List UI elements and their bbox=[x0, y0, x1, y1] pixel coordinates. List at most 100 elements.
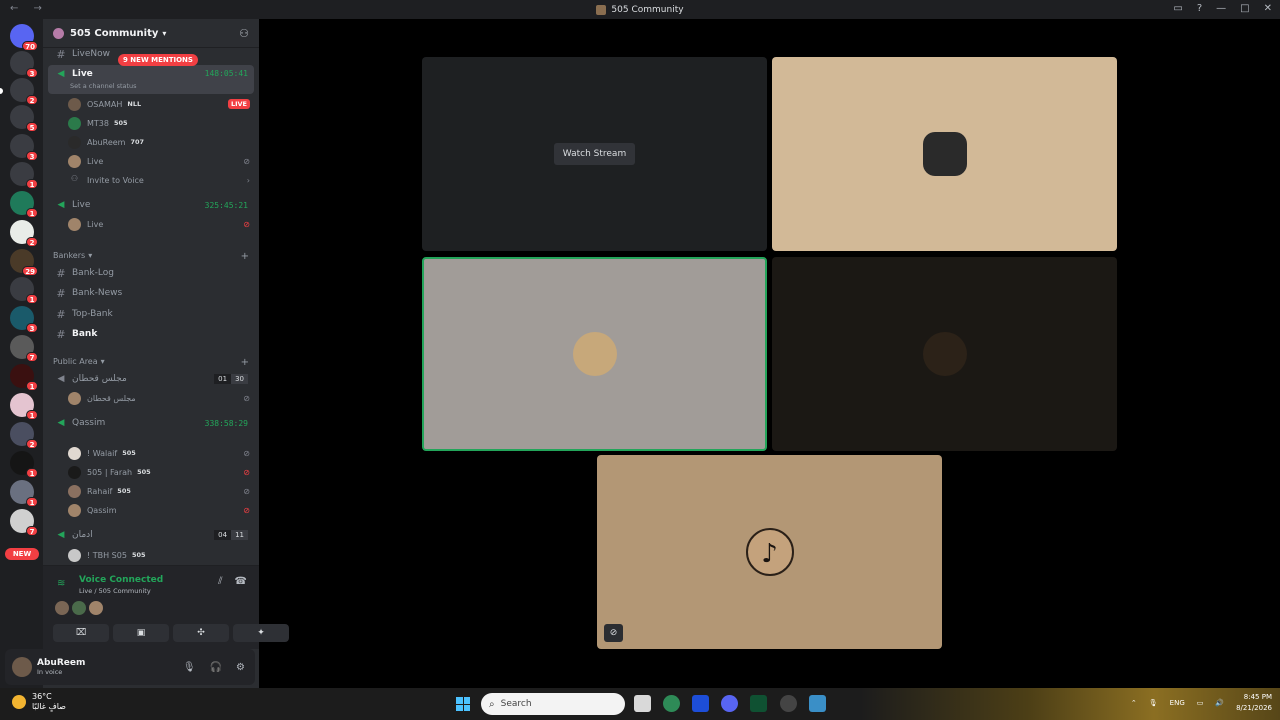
channel-bank-news[interactable]: # Bank-News bbox=[48, 284, 254, 302]
server-icon[interactable]: 3 bbox=[10, 51, 38, 78]
server-icon[interactable]: 1 bbox=[10, 364, 38, 391]
disconnect-icon[interactable]: ☎ bbox=[235, 576, 247, 587]
signal-icon[interactable]: ≋ bbox=[57, 578, 65, 589]
channel-timer: 325:45:21 bbox=[204, 200, 248, 210]
speaker-icon: ◀ bbox=[57, 374, 65, 384]
channel-bank-log[interactable]: # Bank-Log bbox=[48, 264, 254, 282]
server-icon[interactable]: 1 bbox=[10, 451, 38, 478]
channel-live-selected[interactable]: ◀ Live 148:05:41 Set a channel status bbox=[48, 65, 254, 94]
voice-user[interactable]: 505 | Farah 505 ⊘ bbox=[68, 464, 254, 480]
stream-tile[interactable]: Watch Stream bbox=[422, 57, 767, 251]
home-button[interactable]: 70 bbox=[10, 24, 38, 51]
video-tile-speaking[interactable] bbox=[422, 257, 767, 451]
server-icon[interactable]: 2 bbox=[10, 422, 38, 449]
voice-connected-panel: ≋ Voice Connected Live / 505 Community ⫽… bbox=[43, 565, 289, 649]
maximize-button[interactable]: □ bbox=[1240, 3, 1249, 14]
server-icon[interactable]: 1 bbox=[10, 277, 38, 304]
app-icon[interactable] bbox=[780, 695, 797, 712]
soundboard-button[interactable]: ✦ bbox=[233, 624, 289, 642]
excel-icon[interactable] bbox=[750, 695, 767, 712]
screen-share-button[interactable]: ▣ bbox=[113, 624, 169, 642]
microphone-icon[interactable]: 🎙 bbox=[183, 662, 196, 673]
add-channel-icon[interactable]: + bbox=[241, 251, 249, 262]
voice-user[interactable]: ! TBH S05 505 bbox=[68, 547, 254, 563]
badge: 1 bbox=[26, 179, 38, 189]
channel-majlis[interactable]: ◀ مجلس قحطان 01 30 bbox=[48, 370, 254, 388]
app-icon[interactable] bbox=[692, 695, 709, 712]
server-icon[interactable]: 1 bbox=[10, 162, 38, 189]
server-icon[interactable]: 3 bbox=[10, 134, 38, 161]
server-icon[interactable]: 7 bbox=[10, 335, 38, 362]
invite-to-voice[interactable]: ⚇ Invite to Voice › bbox=[68, 172, 254, 188]
server-icon[interactable]: 5 bbox=[10, 105, 38, 132]
voice-user[interactable]: AbuReem 707 bbox=[68, 134, 254, 150]
channel-status[interactable]: Set a channel status bbox=[70, 82, 137, 90]
clock[interactable]: 8:45 PM 8/21/2026 bbox=[1236, 692, 1272, 714]
hash-icon: # bbox=[56, 266, 66, 280]
video-tile[interactable] bbox=[772, 57, 1117, 251]
server-icon[interactable]: 29 bbox=[10, 249, 38, 276]
add-channel-icon[interactable]: + bbox=[241, 357, 249, 368]
voice-user[interactable]: ! Walaif 505 ⊘ bbox=[68, 445, 254, 461]
server-icon[interactable]: 1 bbox=[10, 393, 38, 420]
chrome-icon[interactable] bbox=[663, 695, 680, 712]
task-view-icon[interactable] bbox=[634, 695, 651, 712]
inbox-icon[interactable]: ▭ bbox=[1173, 3, 1182, 14]
discord-icon[interactable] bbox=[721, 695, 738, 712]
taskbar-search[interactable]: ⌕ Search bbox=[481, 693, 625, 715]
new-mentions-badge[interactable]: 9 NEW MENTIONS bbox=[118, 54, 198, 66]
watch-stream-button[interactable]: Watch Stream bbox=[553, 143, 636, 165]
avatar[interactable] bbox=[89, 601, 103, 615]
server-icon[interactable]: 1 bbox=[10, 191, 38, 218]
camera-button[interactable]: ⌧ bbox=[53, 624, 109, 642]
add-member-icon[interactable]: ⚇ bbox=[239, 27, 249, 40]
channel-name: Qassim bbox=[72, 418, 106, 428]
new-badge[interactable]: NEW bbox=[5, 548, 39, 560]
chevron-up-icon[interactable]: ⌃ bbox=[1131, 699, 1137, 707]
channel-qassim[interactable]: ◀ Qassim 338:58:29 bbox=[48, 414, 254, 432]
video-tile[interactable] bbox=[772, 257, 1117, 451]
help-icon[interactable]: ? bbox=[1197, 3, 1202, 14]
server-icon[interactable]: 2 bbox=[10, 78, 38, 105]
server-icon[interactable]: 2 bbox=[10, 220, 38, 247]
voice-user[interactable]: Rahaif 505 ⊘ bbox=[68, 483, 254, 499]
avatar[interactable] bbox=[72, 601, 86, 615]
headphones-icon[interactable]: 🎧 bbox=[210, 662, 222, 673]
start-button[interactable] bbox=[456, 697, 470, 711]
voice-user[interactable]: Live ⊘ bbox=[68, 153, 254, 169]
channel-top-bank[interactable]: # Top-Bank bbox=[48, 305, 254, 323]
category-bankers[interactable]: Bankers ▾ + bbox=[53, 251, 249, 262]
channel-bank[interactable]: # Bank bbox=[48, 325, 254, 343]
weather-widget[interactable]: 36°C صافٍ غالبًا bbox=[12, 692, 66, 712]
volume-icon[interactable]: 🔊 bbox=[1215, 699, 1224, 707]
server-icon[interactable]: 1 bbox=[10, 480, 38, 507]
minimize-button[interactable]: — bbox=[1216, 3, 1226, 14]
avatar[interactable] bbox=[12, 657, 32, 677]
avatar[interactable] bbox=[55, 601, 69, 615]
server-icon[interactable]: 7 bbox=[10, 509, 38, 536]
voice-user[interactable]: MT38 505 bbox=[68, 115, 254, 131]
language-indicator[interactable]: ENG bbox=[1170, 699, 1185, 707]
activities-button[interactable]: ✣ bbox=[173, 624, 229, 642]
microphone-icon[interactable]: 🎙 bbox=[1149, 699, 1158, 707]
user-name: ! TBH S05 bbox=[87, 550, 127, 560]
network-icon[interactable]: ▭ bbox=[1197, 699, 1204, 707]
voice-status-sub[interactable]: Live / 505 Community bbox=[79, 587, 151, 595]
category-public-area[interactable]: Public Area ▾ + bbox=[53, 357, 249, 368]
channel-live-2[interactable]: ◀ Live 325:45:21 bbox=[48, 196, 254, 214]
server-icon[interactable]: 3 bbox=[10, 306, 38, 333]
noise-suppression-icon[interactable]: ⫽ bbox=[218, 576, 222, 587]
channel-name: Bank-Log bbox=[72, 268, 114, 278]
avatar bbox=[68, 217, 81, 231]
channel-edman[interactable]: ◀ ادمان 04 11 bbox=[48, 526, 254, 544]
voice-user[interactable]: OSAMAH NLL LIVE bbox=[68, 96, 254, 112]
nav-arrows[interactable]: ← → bbox=[10, 3, 48, 14]
video-tile[interactable]: ♪ ⊘ bbox=[597, 455, 942, 649]
server-header[interactable]: 505 Community ▾ ⚇ bbox=[43, 19, 259, 48]
settings-icon[interactable]: ⚙ bbox=[236, 662, 245, 673]
close-button[interactable]: ✕ bbox=[1264, 3, 1272, 14]
voice-user[interactable]: Qassim ⊘ bbox=[68, 502, 254, 518]
voice-user[interactable]: Live ⊘ bbox=[68, 216, 254, 232]
photos-icon[interactable] bbox=[809, 695, 826, 712]
voice-user[interactable]: مجلس قحطان ⊘ bbox=[68, 390, 254, 406]
